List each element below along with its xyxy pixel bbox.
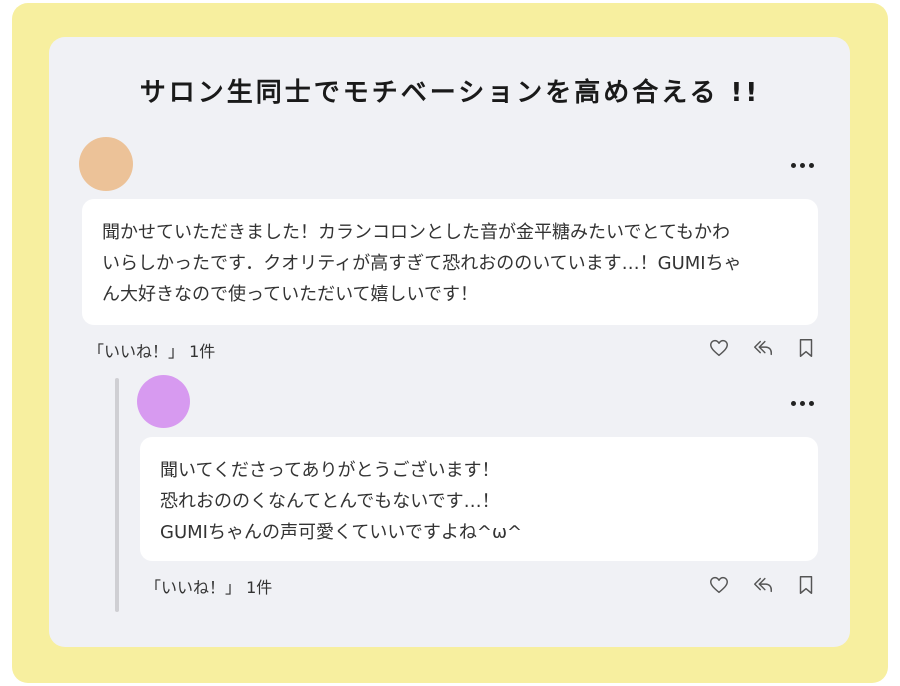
comment-text-line: いらしかったです．クオリティが高すぎて恐れおののいています…！GUMIちゃ xyxy=(102,253,742,274)
like-count[interactable]: 「いいね！」 1件 xyxy=(88,338,215,362)
reply-text-line: 恐れおののくなんてとんでもないです…！ xyxy=(160,491,500,512)
more-dots-icon[interactable] xyxy=(791,399,817,407)
more-dots-icon[interactable] xyxy=(791,161,817,169)
like-count[interactable]: 「いいね！」 1件 xyxy=(145,574,272,598)
comment-text-line: ん大好きなので使っていただいて嬉しいです！ xyxy=(102,284,479,305)
page-title: サロン生同士でモチベーションを高め合える !! xyxy=(139,78,761,108)
bookmark-icon[interactable] xyxy=(795,337,817,359)
reply-bubble: 聞いてくださってありがとうございます！ 恐れおののくなんてとんでもないです…！ … xyxy=(140,437,818,561)
reply-text-line: GUMIちゃんの声可愛くていいですよね^ω^ xyxy=(160,522,523,543)
comment-bubble: 聞かせていただきました！カランコロンとした音が金平糖みたいでとてもかわ いらしか… xyxy=(82,199,818,325)
heart-icon[interactable] xyxy=(708,337,730,359)
avatar[interactable] xyxy=(137,375,190,428)
heart-icon[interactable] xyxy=(708,574,730,596)
reply-arrow-icon[interactable] xyxy=(752,337,774,359)
bookmark-icon[interactable] xyxy=(795,574,817,596)
thread-line xyxy=(115,378,119,612)
comment-text-line: 聞かせていただきました！カランコロンとした音が金平糖みたいでとてもかわ xyxy=(102,222,731,243)
reply-text-line: 聞いてくださってありがとうございます！ xyxy=(160,460,500,481)
reply-arrow-icon[interactable] xyxy=(752,574,774,596)
avatar[interactable] xyxy=(79,137,133,191)
